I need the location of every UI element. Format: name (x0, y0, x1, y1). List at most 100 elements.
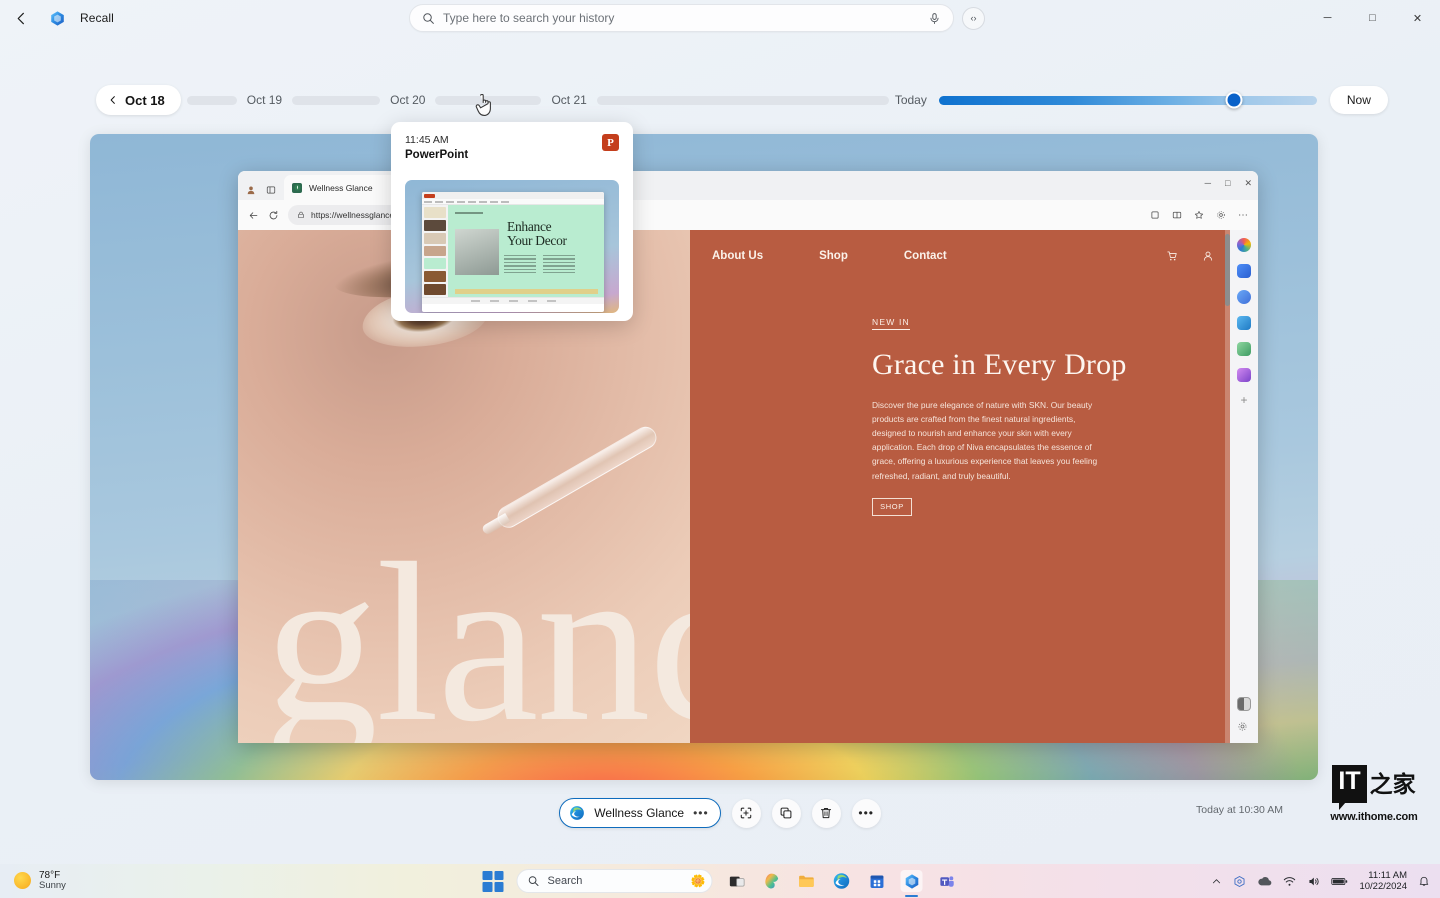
browser-close-button[interactable]: ✕ (1244, 178, 1252, 189)
delete-icon[interactable] (812, 799, 841, 828)
timeline-day-oct-20[interactable]: Oct 20 (380, 93, 435, 107)
recall-icon[interactable] (901, 870, 923, 892)
hero-shop-button[interactable]: SHOP (872, 498, 912, 516)
minimize-button[interactable]: ─ (1305, 0, 1350, 36)
collections-icon[interactable] (1150, 210, 1160, 220)
timeline-track-segment[interactable] (292, 96, 380, 105)
search-icon (422, 12, 435, 25)
onedrive-icon[interactable] (1257, 875, 1272, 887)
search-input[interactable] (443, 11, 925, 25)
timeline-day-oct-21[interactable]: Oct 21 (541, 93, 596, 107)
app-title: Recall (80, 11, 114, 25)
sidebar-outlook-icon[interactable] (1237, 316, 1251, 330)
show-hidden-icons-icon[interactable] (1211, 876, 1222, 887)
task-view-icon[interactable] (726, 870, 748, 892)
profile-icon[interactable] (246, 185, 256, 195)
file-explorer-icon[interactable] (796, 870, 818, 892)
powerpoint-window-thumbnail: Enhance Your Decor (422, 192, 604, 312)
taskbar-search-box[interactable]: Search 🌼 (517, 869, 713, 893)
battery-icon[interactable] (1331, 876, 1348, 887)
sidebar-add-icon[interactable]: + (1237, 394, 1251, 408)
ppt-title-bar (422, 192, 604, 199)
sidebar-settings-icon[interactable] (1237, 721, 1251, 735)
sidebar-shopping-icon[interactable] (1237, 264, 1251, 278)
sidebar-tools-icon[interactable] (1237, 342, 1251, 356)
search-box[interactable] (409, 4, 954, 32)
close-button[interactable]: ✕ (1395, 0, 1440, 36)
system-tray: 11:11 AM 10/22/2024 (1211, 870, 1430, 893)
copilot-icon[interactable] (761, 870, 783, 892)
weather-condition: Sunny (39, 881, 66, 892)
chevron-left-icon[interactable] (108, 95, 118, 105)
more-options-icon[interactable]: ••• (852, 799, 881, 828)
browser-reload-icon[interactable] (268, 210, 279, 221)
clock-date: 10/22/2024 (1359, 881, 1407, 892)
expand-collapse-icon[interactable]: ‹› (962, 7, 985, 30)
browser-sidebar: + (1230, 230, 1258, 743)
recall-logo-icon (48, 9, 66, 27)
timeline-preview-card[interactable]: 11:45 AM PowerPoint P (391, 122, 633, 321)
browser-tab-title: Wellness Glance (309, 183, 373, 193)
preview-thumbnail: Enhance Your Decor (405, 180, 619, 313)
tab-search-icon[interactable] (266, 185, 276, 195)
browser-maximize-button[interactable]: □ (1225, 178, 1230, 189)
timeline-day-oct-19[interactable]: Oct 19 (237, 93, 292, 107)
wifi-icon[interactable] (1283, 875, 1296, 888)
volume-icon[interactable] (1307, 875, 1320, 888)
windows-start-icon[interactable] (483, 871, 504, 892)
sidebar-games-icon[interactable] (1237, 290, 1251, 304)
snapshot-canvas[interactable]: Wellness Glance ✕ ─ □ ✕ (90, 134, 1318, 780)
timeline-current-day[interactable]: Oct 18 (96, 85, 181, 115)
browser-toolbar-actions: ⋯ (1150, 210, 1248, 221)
hero-wordmark: glance (264, 550, 690, 737)
taskbar-search-label: Search (548, 875, 583, 887)
notifications-icon[interactable] (1418, 875, 1430, 887)
hero-eyebrow: NEW IN (872, 317, 910, 330)
sidebar-toggle-icon[interactable] (1237, 697, 1251, 711)
copy-icon[interactable] (772, 799, 801, 828)
ppt-status-bar (422, 297, 604, 304)
timeline-scrubber[interactable]: Oct 18 Oct 19 Oct 20 Oct 21 Today Now (96, 84, 1344, 116)
sidebar-copilot-icon[interactable] (1237, 238, 1251, 252)
shopping-cart-icon[interactable] (1166, 250, 1178, 262)
nav-link-about-us[interactable]: About Us (712, 250, 763, 262)
ppt-slide-rail (422, 205, 448, 297)
click-to-do-icon[interactable] (732, 799, 761, 828)
taskbar-clock[interactable]: 11:11 AM 10/22/2024 (1359, 870, 1407, 893)
edge-icon (569, 805, 585, 821)
recall-app-window: Recall ‹› ─ □ ✕ Oct 18 (0, 0, 1440, 898)
back-arrow-icon[interactable] (6, 3, 36, 33)
network-icon[interactable] (1233, 875, 1246, 888)
source-app-more-icon[interactable]: ••• (693, 806, 709, 820)
windows-taskbar: 78°F Sunny Search 🌼 (0, 864, 1440, 898)
microsoft-store-icon[interactable] (866, 870, 888, 892)
now-button[interactable]: Now (1330, 86, 1388, 114)
source-app-pill[interactable]: Wellness Glance ••• (559, 798, 720, 828)
timeline-slider-thumb[interactable] (1225, 92, 1242, 109)
timeline-current-day-label: Oct 18 (125, 93, 165, 108)
preview-app-name: PowerPoint (405, 149, 619, 161)
edge-icon[interactable] (831, 870, 853, 892)
timeline-slider[interactable] (939, 96, 1317, 105)
favorites-icon[interactable] (1194, 210, 1204, 220)
microphone-icon[interactable] (925, 9, 943, 27)
watermark-url: www.ithome.com (1320, 811, 1428, 823)
maximize-button[interactable]: □ (1350, 0, 1395, 36)
browser-more-icon[interactable]: ⋯ (1238, 210, 1248, 221)
search-area: ‹› (409, 4, 985, 32)
browser-settings-icon[interactable] (1216, 210, 1226, 220)
taskbar-weather-widget[interactable]: 78°F Sunny (0, 870, 66, 892)
split-screen-icon[interactable] (1172, 210, 1182, 220)
browser-minimize-button[interactable]: ─ (1205, 178, 1211, 189)
account-icon[interactable] (1202, 250, 1214, 262)
timeline-track-segment[interactable] (597, 96, 889, 105)
teams-icon[interactable] (936, 870, 958, 892)
nav-link-shop[interactable]: Shop (819, 250, 848, 262)
lotus-icon[interactable]: 🌼 (691, 874, 706, 888)
site-info-icon[interactable] (297, 211, 305, 219)
timeline-today-label: Today (889, 93, 939, 107)
browser-back-icon[interactable] (248, 210, 259, 221)
timeline-track-segment[interactable] (187, 96, 237, 105)
nav-link-contact[interactable]: Contact (904, 250, 947, 262)
sidebar-image-creator-icon[interactable] (1237, 368, 1251, 382)
